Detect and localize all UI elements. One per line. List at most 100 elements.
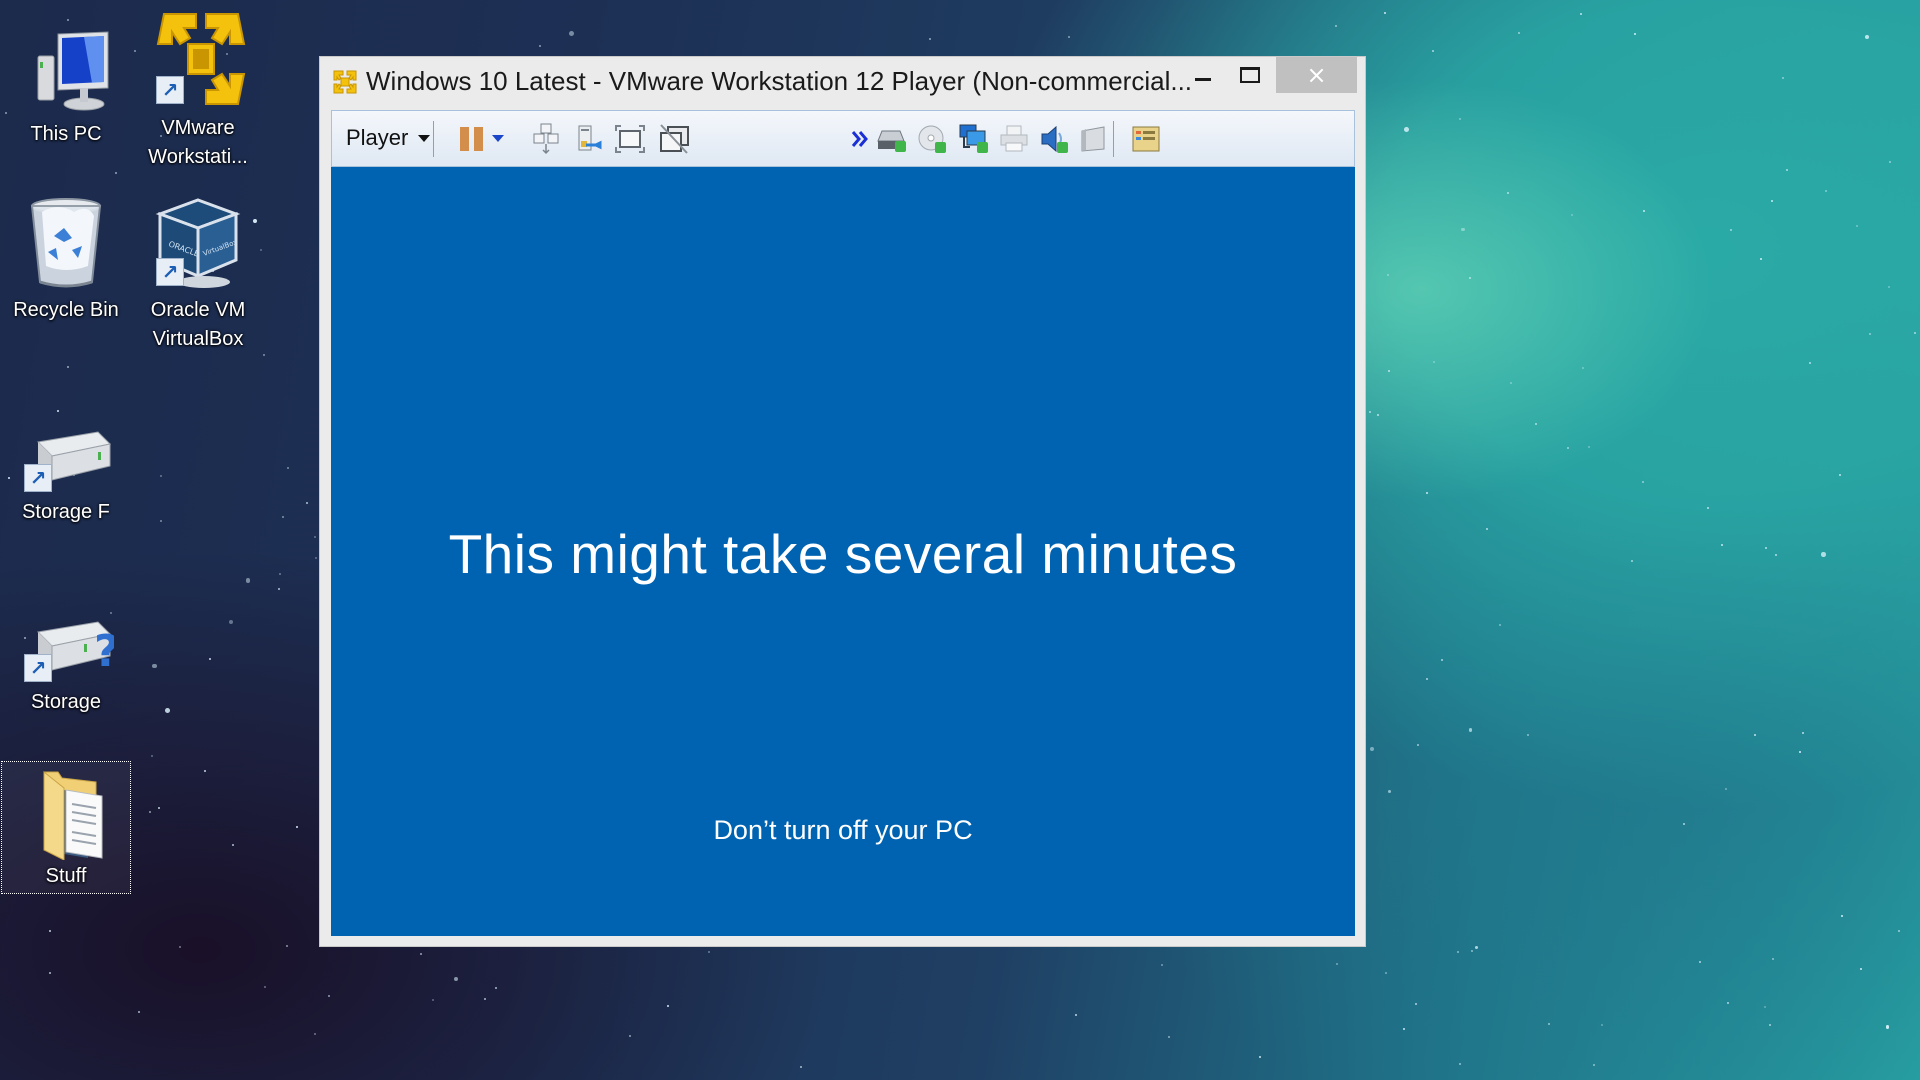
star xyxy=(1770,200,1773,203)
star xyxy=(208,658,211,661)
star xyxy=(1724,787,1727,790)
star xyxy=(1369,746,1374,751)
star xyxy=(1887,285,1890,288)
star xyxy=(1721,543,1724,546)
maximize-button[interactable] xyxy=(1227,57,1273,93)
star xyxy=(1699,961,1702,964)
star xyxy=(420,953,423,956)
star xyxy=(203,770,206,773)
vm-status-subtext: Don’t turn off your PC xyxy=(713,815,973,845)
star xyxy=(1160,963,1163,966)
unity-icon xyxy=(660,124,689,154)
printer-button[interactable] xyxy=(998,123,1030,155)
close-icon: × xyxy=(1306,61,1327,89)
star xyxy=(1809,361,1812,364)
toolbar-divider xyxy=(433,121,434,157)
star xyxy=(159,475,162,478)
star xyxy=(66,366,69,369)
close-button[interactable]: × xyxy=(1276,57,1357,93)
network-adapter-icon xyxy=(959,124,988,153)
star xyxy=(483,997,486,1000)
star xyxy=(1898,929,1901,932)
printer-icon xyxy=(1000,125,1028,152)
star xyxy=(1859,968,1862,971)
hard-disk-button[interactable] xyxy=(876,123,908,155)
window-title: Windows 10 Latest - VMware Workstation 1… xyxy=(366,66,1193,96)
pause-button[interactable] xyxy=(456,123,488,155)
star xyxy=(1468,728,1473,732)
star xyxy=(314,556,317,559)
unity-button[interactable] xyxy=(658,123,690,155)
full-screen-button[interactable] xyxy=(614,123,646,155)
star xyxy=(1765,546,1768,549)
star xyxy=(1336,963,1339,966)
desktop-icon-label: Storage xyxy=(30,691,102,713)
star xyxy=(287,466,290,469)
speaker-icon xyxy=(1041,125,1068,153)
drive-icon: ↗ xyxy=(18,420,114,494)
desktop-icon-storage-f[interactable]: ↗ Storage F xyxy=(2,420,130,527)
full-screen-icon xyxy=(615,125,645,153)
star xyxy=(228,620,233,625)
star xyxy=(1571,214,1574,217)
desktop-icon-virtualbox[interactable]: ORACLE VirtualBox ↗ Oracle VM VirtualBox xyxy=(134,196,262,354)
send-ctrl-alt-del-button[interactable] xyxy=(530,123,562,155)
desktop-icon-vmware[interactable]: ↗ VMware Workstati... xyxy=(134,8,262,172)
star xyxy=(1383,12,1386,15)
star xyxy=(1510,381,1513,384)
player-menu-button[interactable]: Player xyxy=(346,125,431,151)
star xyxy=(1825,190,1828,193)
desktop-icon-storage[interactable]: ? ↗ Storage xyxy=(2,610,130,717)
vmware-player-window[interactable]: Windows 10 Latest - VMware Workstation 1… xyxy=(319,56,1366,947)
desktop-icon-recycle-bin[interactable]: Recycle Bin xyxy=(2,196,130,325)
star xyxy=(1415,1002,1418,1005)
more-devices-button[interactable] xyxy=(850,123,870,155)
star xyxy=(454,977,459,982)
double-chevron-right-icon xyxy=(851,131,868,147)
star xyxy=(495,986,498,989)
star xyxy=(708,950,711,953)
desktop-icon-this-pc[interactable]: This PC xyxy=(2,20,130,149)
star xyxy=(569,31,574,37)
pause-icon xyxy=(460,127,483,151)
star xyxy=(1258,1055,1261,1058)
star xyxy=(1729,228,1732,231)
star xyxy=(1518,32,1521,35)
star xyxy=(1426,678,1429,681)
recycle-bin-icon xyxy=(18,196,114,292)
sound-card-button[interactable] xyxy=(1038,123,1070,155)
star xyxy=(1403,1027,1406,1030)
star xyxy=(1869,333,1872,336)
star xyxy=(327,995,330,998)
star xyxy=(157,806,160,809)
star xyxy=(1458,118,1461,121)
vm-display[interactable]: This might take several minutes Don’t tu… xyxy=(331,167,1355,936)
star xyxy=(263,353,266,356)
star xyxy=(1384,972,1387,975)
message-log-button[interactable] xyxy=(1130,123,1162,155)
shortcut-arrow-icon: ↗ xyxy=(24,654,52,682)
hard-disk-icon xyxy=(877,130,906,152)
power-options-dropdown[interactable] xyxy=(488,123,508,155)
star xyxy=(1416,744,1419,747)
display-button[interactable] xyxy=(1078,123,1110,155)
minimize-button[interactable] xyxy=(1180,57,1226,93)
desktop-icon-stuff[interactable]: Stuff xyxy=(1,761,131,894)
vm-status-headline: This might take several minutes xyxy=(448,523,1238,585)
star xyxy=(1601,1023,1604,1026)
star xyxy=(296,825,299,828)
star xyxy=(1683,823,1686,826)
star xyxy=(151,663,157,669)
star xyxy=(1782,77,1785,79)
star xyxy=(1068,36,1071,38)
cd-dvd-button[interactable] xyxy=(916,123,948,155)
star xyxy=(150,754,153,757)
title-bar[interactable]: Windows 10 Latest - VMware Workstation 1… xyxy=(320,57,1365,107)
star xyxy=(1889,160,1892,163)
star xyxy=(264,986,267,989)
star xyxy=(1507,192,1510,195)
star xyxy=(800,1066,802,1069)
star xyxy=(1707,506,1710,509)
removable-devices-button[interactable] xyxy=(572,123,604,155)
network-adapter-button[interactable] xyxy=(958,123,990,155)
